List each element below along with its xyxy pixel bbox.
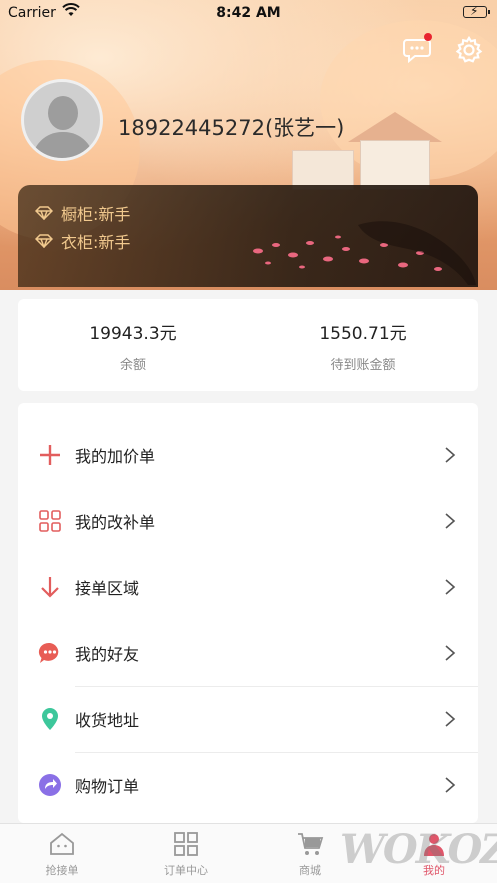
diamond-icon [35, 206, 53, 220]
home-icon [50, 832, 74, 855]
menu-item-label: 我的好友 [75, 645, 140, 664]
cart-icon [298, 833, 324, 855]
chevron-right-icon [445, 579, 456, 595]
unread-badge [424, 33, 432, 41]
level-card: 橱柜:新手 衣柜:新手 [18, 185, 478, 287]
watermark-logo: WOKOZ [340, 826, 497, 873]
menu-item-revision[interactable]: 我的改补单 [18, 488, 478, 554]
level-row-wardrobe: 衣柜:新手 [35, 229, 130, 253]
username: 18922445272(张艺一) [118, 116, 345, 140]
chevron-right-icon [445, 711, 456, 727]
menu-item-address[interactable]: 收货地址 [18, 686, 478, 752]
menu-item-label: 我的改补单 [75, 513, 156, 532]
balance-label: 余额 [119, 358, 146, 373]
tab-label: 抢接单 [45, 864, 79, 877]
avatar-shoulders [32, 132, 94, 158]
house-illustration [360, 140, 430, 190]
avatar[interactable] [21, 79, 103, 161]
chevron-right-icon [445, 513, 456, 529]
plus-icon [40, 445, 60, 465]
level-label: 衣柜:新手 [61, 233, 131, 252]
menu-item-label: 收货地址 [75, 711, 140, 730]
chevron-right-icon [445, 447, 456, 463]
balance-pending[interactable]: 1550.71元 待到账金额 [248, 319, 478, 373]
menu-item-label: 购物订单 [75, 777, 140, 796]
petals-illustration [253, 221, 476, 285]
avatar-head [48, 96, 78, 130]
arrow-down-icon [41, 577, 59, 598]
clock-time: 8:42 AM [216, 5, 281, 21]
tab-order-center[interactable]: 订单中心 [124, 830, 248, 878]
level-row-cabinet: 橱柜:新手 [35, 201, 130, 225]
balance-card: 19943.3元 余额 1550.71元 待到账金额 [18, 299, 478, 391]
balance-value: 19943.3元 [89, 324, 177, 344]
battery-icon: ⚡ [463, 4, 490, 18]
status-bar: Carrier 8:42 AM ⚡ [0, 0, 497, 26]
grid-icon [174, 832, 198, 856]
level-label: 橱柜:新手 [61, 205, 131, 224]
house-illustration [292, 150, 354, 190]
pending-value: 1550.71元 [319, 324, 407, 344]
tab-grab-orders[interactable]: 抢接单 [0, 830, 124, 878]
tab-label: 订单中心 [164, 864, 208, 877]
house-roof-illustration [348, 112, 442, 142]
share-arrow-icon [39, 774, 61, 796]
grid-icon [39, 510, 61, 532]
chevron-right-icon [445, 645, 456, 661]
menu-item-order-area[interactable]: 接单区域 [18, 554, 478, 620]
menu-list: 我的加价单 我的改补单 接单区域 我的好友 收货地址 购物订单 [18, 403, 478, 823]
chat-dots-icon [38, 642, 59, 663]
menu-item-label: 我的加价单 [75, 447, 156, 466]
gear-icon[interactable] [455, 36, 483, 64]
menu-item-price-increase[interactable]: 我的加价单 [18, 422, 478, 488]
menu-item-shopping-orders[interactable]: 购物订单 [18, 752, 478, 818]
menu-item-label: 接单区域 [75, 579, 140, 598]
pending-label: 待到账金额 [330, 358, 396, 373]
menu-item-friends[interactable]: 我的好友 [18, 620, 478, 686]
diamond-icon [35, 234, 53, 248]
location-pin-icon [42, 708, 58, 730]
balance-available[interactable]: 19943.3元 余额 [18, 319, 248, 373]
chevron-right-icon [445, 777, 456, 793]
